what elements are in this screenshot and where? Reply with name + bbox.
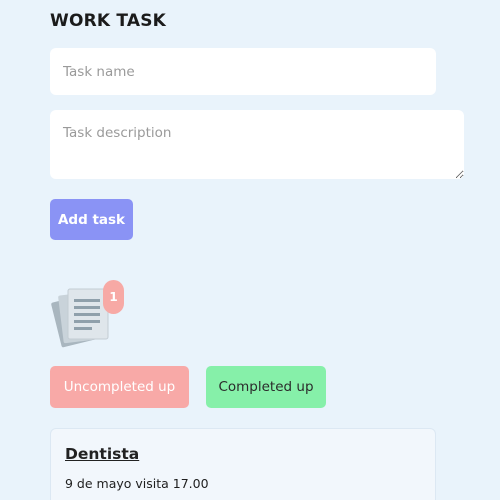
notification-count-badge: 1 — [103, 280, 124, 314]
page-title: WORK TASK — [50, 11, 167, 31]
completed-filter-button[interactable]: Completed up — [206, 366, 326, 408]
task-title[interactable]: Dentista — [65, 445, 139, 463]
work-task-page: WORK TASK Add task 1 Uncompleted up Comp… — [0, 0, 500, 500]
task-description: 9 de mayo visita 17.00 — [65, 476, 209, 491]
task-name-input[interactable] — [50, 48, 436, 95]
uncompleted-filter-button[interactable]: Uncompleted up — [50, 366, 189, 408]
task-card: Dentista 9 de mayo visita 17.00 — [50, 428, 436, 500]
task-description-input[interactable] — [50, 110, 464, 179]
add-task-button[interactable]: Add task — [50, 199, 133, 240]
